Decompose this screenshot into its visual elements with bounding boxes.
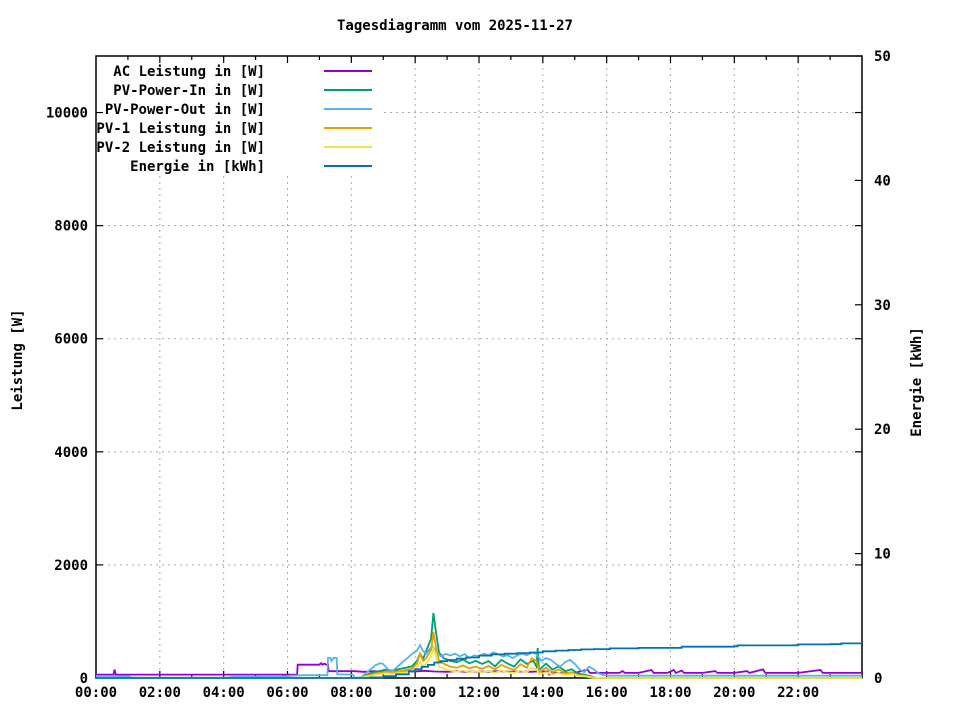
legend-label-pv-1-leistung-in-w: PV-1 Leistung in [W] [96, 121, 265, 137]
legend-label-energie-in-kwh: Energie in [kWh] [130, 159, 265, 175]
chart-title: Tagesdiagramm vom 2025-11-27 [336, 18, 573, 34]
x-tick-label: 20:00 [713, 685, 755, 701]
y-tick-label: 6000 [54, 332, 88, 348]
x-tick-label: 22:00 [777, 685, 819, 701]
legend-label-pv-power-out-in-w: PV-Power-Out in [W] [105, 102, 265, 118]
y-tick-label: 8000 [54, 219, 88, 235]
y2-tick-label: 10 [874, 547, 891, 563]
legend-label-ac-leistung-in-w: AC Leistung in [W] [113, 64, 265, 80]
y2-tick-label: 20 [874, 422, 891, 438]
chart-page: Tagesdiagramm vom 2025-11-27 Leistung [W… [0, 0, 960, 720]
x-tick-label: 10:00 [394, 685, 436, 701]
y2-tick-label: 30 [874, 298, 891, 314]
x-tick-label: 02:00 [139, 685, 181, 701]
x-tick-label: 16:00 [586, 685, 628, 701]
legend-label-pv-power-in-in-w: PV-Power-In in [W] [113, 83, 265, 99]
y2-tick-label: 0 [874, 671, 882, 687]
y-axis-label: Leistung [W] [10, 309, 26, 411]
chart-canvas: AC Leistung in [W] PV-Power-In in [W] PV-P… [46, 49, 891, 701]
y2-tick-label: 40 [874, 173, 891, 189]
x-tick-label: 06:00 [266, 685, 308, 701]
legend-label-pv-2-leistung-in-w: PV-2 Leistung in [W] [96, 140, 265, 156]
x-tick-label: 18:00 [649, 685, 691, 701]
y-tick-label: 4000 [54, 445, 88, 461]
x-tick-label: 12:00 [458, 685, 500, 701]
x-tick-label: 08:00 [330, 685, 372, 701]
x-tick-label: 14:00 [522, 685, 564, 701]
y-tick-label: 10000 [46, 106, 88, 122]
x-tick-label: 04:00 [203, 685, 245, 701]
x-tick-label: 00:00 [75, 685, 117, 701]
y2-axis-label: Energie [kWh] [909, 327, 925, 437]
y-tick-label: 2000 [54, 558, 88, 574]
y2-tick-label: 50 [874, 49, 891, 65]
